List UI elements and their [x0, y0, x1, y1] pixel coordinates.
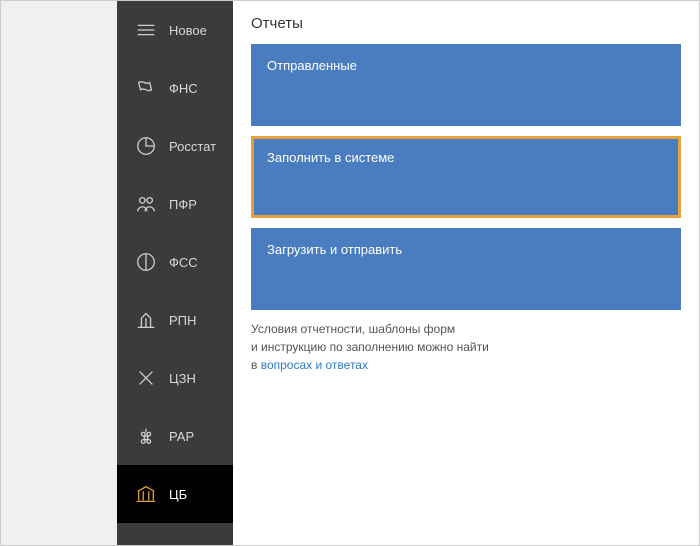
sidebar-item-label: ФСС: [169, 255, 198, 270]
grapes-icon: [135, 425, 157, 447]
sidebar-item-rosstat[interactable]: Росстат: [117, 117, 233, 175]
sidebar-item-label: РАР: [169, 429, 194, 444]
circle-slash-icon: [135, 251, 157, 273]
sidebar-item-label: ЦЗН: [169, 371, 196, 386]
sidebar-item-label: ЦБ: [169, 487, 187, 502]
sidebar-item-cb[interactable]: ЦБ: [117, 465, 233, 523]
sidebar: Новое ФНС Росстат ПФР ФСС: [117, 1, 233, 545]
factory-icon: [135, 309, 157, 331]
hint-line2: и инструкцию по заполнению можно найти: [251, 340, 489, 354]
sidebar-item-czn[interactable]: ЦЗН: [117, 349, 233, 407]
left-gutter: [1, 1, 117, 545]
window: Новое ФНС Росстат ПФР ФСС: [0, 0, 700, 546]
sidebar-item-label: РПН: [169, 313, 196, 328]
main-panel: Отчеты Отправленные Заполнить в системе …: [233, 1, 699, 545]
tile-label: Загрузить и отправить: [267, 242, 402, 257]
sidebar-item-rpn[interactable]: РПН: [117, 291, 233, 349]
hint-line1: Условия отчетности, шаблоны форм: [251, 322, 455, 336]
page-title: Отчеты: [251, 15, 681, 32]
bank-icon: [135, 483, 157, 505]
sidebar-item-label: Росстат: [169, 139, 216, 154]
tile-upload-send[interactable]: Загрузить и отправить: [251, 228, 681, 310]
tile-label: Отправленные: [267, 58, 357, 73]
sidebar-item-rar[interactable]: РАР: [117, 407, 233, 465]
sidebar-item-fss[interactable]: ФСС: [117, 233, 233, 291]
layers-icon: [135, 19, 157, 41]
tile-fill-in-system[interactable]: Заполнить в системе: [251, 136, 681, 218]
hint-text: Условия отчетности, шаблоны форм и инстр…: [251, 320, 681, 374]
tile-label: Заполнить в системе: [267, 150, 394, 165]
people-icon: [135, 193, 157, 215]
tile-sent[interactable]: Отправленные: [251, 44, 681, 126]
sidebar-item-label: Новое: [169, 23, 207, 38]
sidebar-item-label: ПФР: [169, 197, 197, 212]
sidebar-item-pfr[interactable]: ПФР: [117, 175, 233, 233]
sidebar-item-label: ФНС: [169, 81, 198, 96]
pie-chart-icon: [135, 135, 157, 157]
sidebar-item-fns[interactable]: ФНС: [117, 59, 233, 117]
tools-icon: [135, 367, 157, 389]
hint-link[interactable]: вопросах и ответах: [261, 358, 368, 372]
hint-line3-prefix: в: [251, 358, 261, 372]
flag-icon: [135, 77, 157, 99]
sidebar-item-novoe[interactable]: Новое: [117, 1, 233, 59]
